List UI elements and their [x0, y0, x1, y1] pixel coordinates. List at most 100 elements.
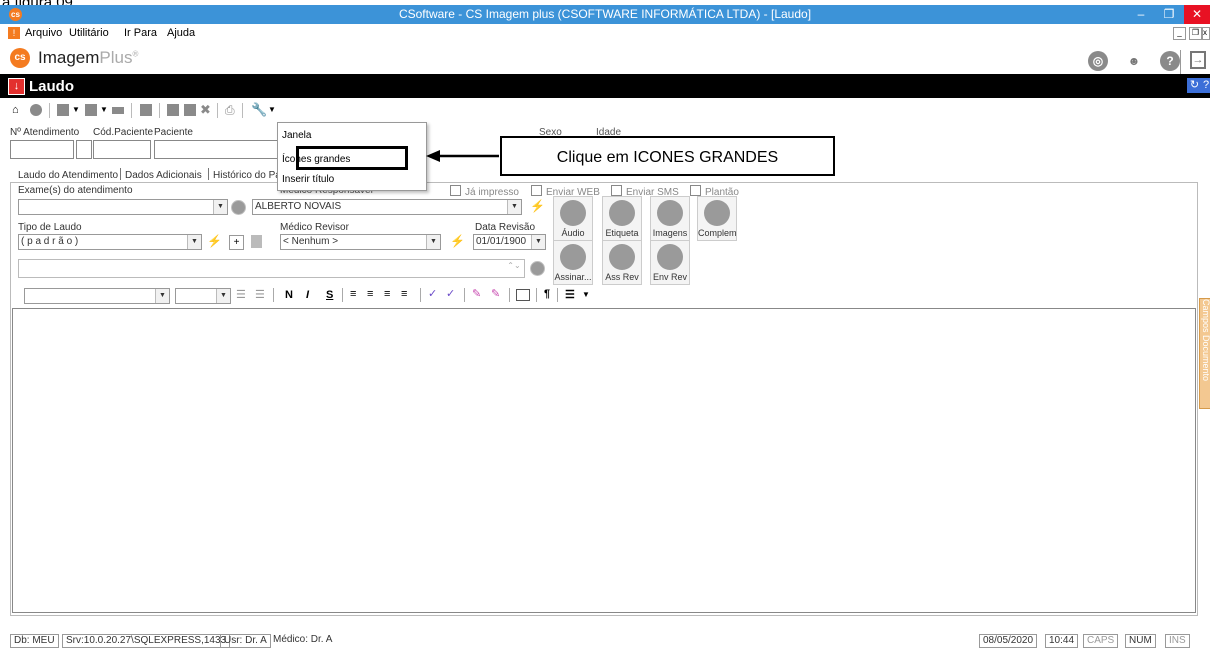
numbered-list-icon[interactable]: ☰ [255, 288, 265, 301]
printer-icon[interactable]: ⎙ [225, 104, 237, 116]
tab-laudo-atendimento[interactable]: Laudo do Atendimento [18, 170, 118, 181]
brand-name-suffix: Plus [99, 48, 133, 67]
bullet-list-icon[interactable]: ☰ [236, 288, 246, 301]
menu-utilitario[interactable]: Utilitário [69, 27, 109, 39]
align-left-icon[interactable]: ≡ [350, 288, 356, 300]
n-atendimento-input[interactable] [10, 140, 74, 159]
checkbox-ja-impresso[interactable]: Já impresso [450, 185, 519, 198]
refresh-icon[interactable]: ↻ [1187, 78, 1202, 93]
paragraph-button[interactable]: ¶ [544, 288, 550, 300]
observacao-input[interactable] [18, 259, 525, 278]
exames-select[interactable]: ▼ [18, 199, 228, 215]
chevron-down-icon[interactable]: ▼ [268, 105, 276, 114]
highlight-frame [296, 146, 408, 170]
assinar-icon [560, 244, 586, 270]
document-icon[interactable] [85, 104, 97, 116]
cod-paciente-input[interactable] [93, 140, 151, 159]
highlight-icon[interactable]: ✎ [472, 287, 481, 300]
env-rev-button[interactable]: Env Rev [650, 240, 690, 285]
mdi-minimize-button[interactable]: _ [1173, 27, 1186, 40]
tab-historico[interactable]: Histórico do Pa [213, 170, 281, 181]
minimize-doc-icon[interactable] [112, 107, 124, 114]
help-icon[interactable]: ? [1160, 51, 1180, 71]
lightning-icon[interactable]: ⚡ [530, 199, 545, 213]
color-icon[interactable]: ✎ [491, 287, 500, 300]
record-icon[interactable] [231, 200, 246, 215]
add-button[interactable]: + [229, 235, 244, 250]
font-family-select[interactable]: ▼ [24, 288, 170, 304]
chevron-down-icon: ▼ [216, 289, 230, 303]
user-icon[interactable]: ☻ [1124, 51, 1144, 71]
mdi-restore-button[interactable]: ❐ [1189, 27, 1202, 40]
spellcheck-auto-icon[interactable]: ✓ [446, 287, 455, 300]
ass-rev-icon [609, 244, 635, 270]
medico-revisor-select[interactable]: < Nenhum > ▼ [280, 234, 441, 250]
menu-ajuda[interactable]: Ajuda [167, 27, 195, 39]
stamp-icon[interactable] [57, 104, 69, 116]
globe-icon[interactable]: ◎ [1088, 51, 1108, 71]
assinar-button[interactable]: Assinar... [553, 240, 593, 285]
ass-rev-button[interactable]: Ass Rev [602, 240, 642, 285]
spin-icon[interactable]: ⌃⌄ [507, 261, 521, 274]
n-atendimento-suffix-input[interactable] [76, 140, 92, 159]
chevron-down-icon[interactable]: ▼ [72, 105, 80, 114]
lightning-icon[interactable]: ⚡ [207, 234, 222, 248]
minimize-button[interactable]: – [1128, 5, 1154, 24]
field-icon[interactable] [516, 289, 530, 301]
menu-item-inserir-titulo[interactable]: Inserir título [282, 174, 334, 185]
chevron-down-icon: ▼ [187, 235, 201, 249]
record-icon[interactable] [530, 261, 545, 276]
checkbox-box [531, 185, 542, 196]
bold-button[interactable]: N [285, 289, 293, 301]
close-button[interactable]: ✕ [1184, 5, 1210, 24]
align-justify-icon[interactable]: ≡ [401, 288, 407, 300]
paciente-input[interactable] [154, 140, 278, 159]
brand-bar: cs ImagemPlus® ◎ ☻ ? → [0, 42, 1210, 74]
list-icon[interactable] [140, 104, 152, 116]
exit-icon[interactable]: → [1190, 51, 1206, 69]
status-caps: CAPS [1083, 634, 1119, 648]
chevron-down-icon[interactable]: ▼ [582, 290, 590, 299]
align-center-icon[interactable]: ≡ [367, 288, 373, 300]
menu-ir-para[interactable]: Ir Para [124, 27, 157, 39]
italic-button[interactable]: I [306, 289, 309, 301]
tipo-laudo-value: ( p a d r ã o ) [21, 236, 79, 247]
chevron-down-icon[interactable]: ▼ [100, 105, 108, 114]
data-revisao-input[interactable]: 01/01/1900 ▼ [473, 234, 546, 250]
report-editor[interactable] [12, 308, 1196, 613]
etiqueta-button[interactable]: Etiqueta [602, 196, 642, 241]
font-size-select[interactable]: ▼ [175, 288, 231, 304]
block2-icon[interactable] [184, 104, 196, 116]
maximize-button[interactable]: ❐ [1156, 5, 1182, 24]
tipo-laudo-select[interactable]: ( p a d r ã o ) ▼ [18, 234, 202, 250]
block-icon[interactable] [167, 104, 179, 116]
align-right-icon[interactable]: ≡ [384, 288, 390, 300]
print-icon[interactable]: ⌂ [12, 104, 24, 116]
menu-arquivo[interactable]: Arquivo [25, 27, 62, 39]
complem-button[interactable]: Complem [697, 196, 737, 241]
imagens-button[interactable]: Imagens [650, 196, 690, 241]
spellcheck-icon[interactable]: ✓ [428, 287, 437, 300]
medico-revisor-value: < Nenhum > [283, 236, 339, 247]
audio-button[interactable]: Áudio [553, 196, 593, 241]
tab-dados-adicionais[interactable]: Dados Adicionais [125, 170, 202, 181]
imagens-label: Imagens [652, 228, 688, 238]
medico-responsavel-select[interactable]: ALBERTO NOVAIS ▼ [252, 199, 522, 215]
line-spacing-icon[interactable]: ☰ [565, 288, 575, 301]
menu-item-janela[interactable]: Janela [282, 130, 311, 141]
list-picker-icon[interactable] [251, 235, 262, 248]
help-small-icon[interactable]: ? [1202, 78, 1210, 93]
complem-icon [704, 200, 730, 226]
view-icon[interactable] [30, 104, 42, 116]
delete-icon[interactable]: ✖ [200, 103, 212, 116]
side-tab-campos-documento[interactable]: Campos Documento [1199, 298, 1210, 409]
toolbar-separator [536, 288, 537, 302]
underline-button[interactable]: S [326, 289, 333, 301]
data-revisao-label: Data Revisão [475, 222, 536, 233]
lightning-icon[interactable]: ⚡ [450, 234, 465, 248]
mdi-close-button[interactable]: x [1202, 27, 1210, 40]
toolbar-separator [131, 103, 132, 118]
window-titlebar[interactable]: cs CSoftware - CS Imagem plus (CSOFTWARE… [0, 5, 1210, 24]
wrench-icon[interactable]: 🔧 [251, 103, 267, 116]
complem-label: Complem [698, 228, 737, 238]
